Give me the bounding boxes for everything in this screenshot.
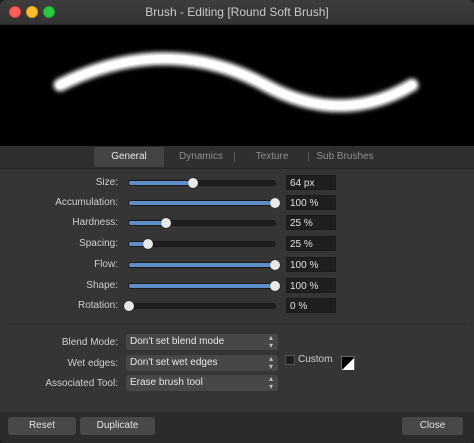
rotation-value-field[interactable]: 0 %	[286, 298, 336, 313]
associated-tool-value: Erase brush tool	[130, 377, 203, 388]
shape-slider-fill	[129, 284, 275, 288]
accumulation-label: Accumulation:	[55, 197, 118, 208]
size-label: Size:	[95, 177, 118, 188]
flow-label: Flow:	[94, 259, 118, 270]
shape-value-field[interactable]: 100 %	[286, 278, 336, 293]
title-bar: Brush - Editing [Round Soft Brush]	[0, 0, 474, 25]
rotation-slider-thumb[interactable]	[124, 301, 134, 311]
accumulation-value-field[interactable]: 100 %	[286, 195, 336, 210]
section-divider	[8, 323, 466, 324]
blend-mode-select[interactable]: Don't set blend mode ▴ ▾	[126, 334, 278, 350]
tab-general[interactable]: General	[94, 147, 164, 167]
up-down-chevron-icon: ▴ ▾	[268, 333, 273, 350]
flow-slider[interactable]	[128, 260, 280, 270]
duplicate-button[interactable]: Duplicate	[80, 417, 155, 435]
associated-tool-select[interactable]: Erase brush tool ▴ ▾	[126, 375, 278, 391]
accumulation-slider-fill	[129, 201, 275, 205]
tab-sub-brushes[interactable]: Sub Brushes	[312, 147, 378, 167]
rotation-label: Rotation:	[77, 300, 118, 311]
spacing-value-field[interactable]: 25 %	[286, 236, 336, 251]
close-button[interactable]: Close	[402, 417, 463, 435]
custom-checkbox[interactable]	[285, 355, 295, 365]
up-down-chevron-icon: ▴ ▾	[268, 354, 273, 371]
hardness-slider-thumb[interactable]	[160, 218, 171, 228]
wet-edges-curve-icon	[342, 358, 354, 370]
shape-label: Shape:	[86, 280, 118, 291]
size-slider-fill	[129, 181, 194, 185]
window-title: Brush - Editing [Round Soft Brush]	[145, 5, 329, 19]
tab-texture[interactable]: Texture	[240, 147, 304, 167]
hardness-value-field[interactable]: 25 %	[286, 215, 336, 230]
size-slider-thumb[interactable]	[188, 178, 199, 188]
wet-edges-value: Don't set wet edges	[130, 357, 218, 368]
blend-mode-value: Don't set blend mode	[130, 336, 225, 347]
spacing-slider[interactable]	[128, 239, 276, 249]
custom-label: Custom	[298, 354, 333, 365]
hardness-label: Hardness:	[72, 217, 118, 228]
spacing-slider-thumb[interactable]	[142, 239, 153, 249]
brush-stroke-preview	[0, 25, 474, 146]
hardness-slider[interactable]	[128, 218, 276, 228]
size-slider[interactable]	[128, 178, 276, 188]
reset-button[interactable]: Reset	[8, 417, 76, 435]
up-down-chevron-icon: ▴ ▾	[268, 374, 273, 391]
wet-edges-label: Wet edges:	[67, 358, 118, 369]
blend-mode-label: Blend Mode:	[61, 337, 118, 348]
brush-stroke-icon	[53, 52, 419, 113]
wet-edges-select[interactable]: Don't set wet edges ▴ ▾	[126, 355, 278, 371]
shape-slider[interactable]	[128, 281, 280, 291]
spacing-label: Spacing:	[79, 238, 118, 249]
accumulation-slider[interactable]	[128, 198, 280, 208]
tab-separator	[308, 152, 309, 162]
flow-value-field[interactable]: 100 %	[286, 257, 336, 272]
flow-slider-thumb[interactable]	[270, 260, 280, 270]
size-value-field[interactable]: 64 px	[286, 175, 336, 190]
wet-edges-preview-swatch[interactable]	[341, 356, 355, 370]
brush-editor-window: Brush - Editing [Round Soft Brush] Gener…	[0, 0, 474, 443]
tab-bar: General Dynamics Texture Sub Brushes	[0, 146, 474, 169]
accumulation-slider-thumb[interactable]	[270, 198, 280, 208]
tab-separator	[234, 152, 235, 162]
flow-slider-fill	[129, 263, 275, 267]
tab-dynamics[interactable]: Dynamics	[170, 147, 232, 167]
associated-tool-label: Associated Tool:	[45, 378, 118, 389]
rotation-slider[interactable]	[124, 301, 276, 311]
shape-slider-thumb[interactable]	[270, 281, 280, 291]
